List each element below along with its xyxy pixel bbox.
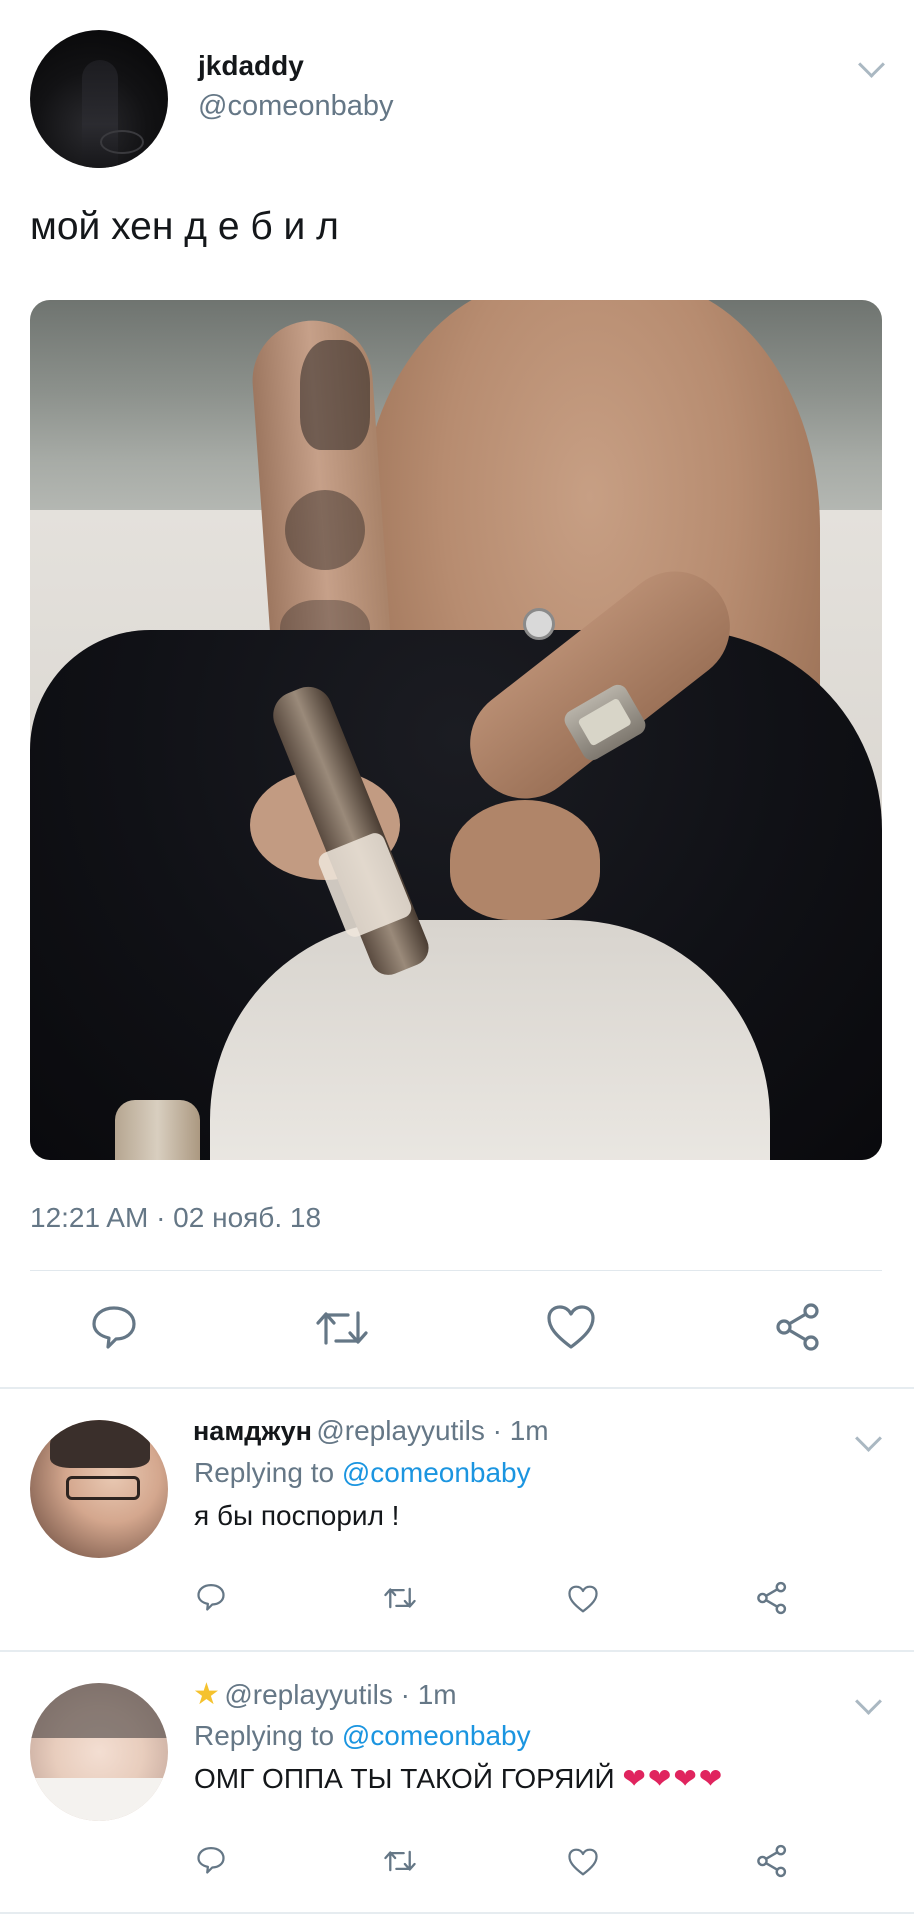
- chevron-down-icon[interactable]: [855, 1425, 882, 1452]
- retweet-icon[interactable]: [383, 1847, 417, 1875]
- chevron-down-icon[interactable]: [855, 1688, 882, 1715]
- reply-avatar[interactable]: [30, 1683, 168, 1821]
- reply-header: намджун @replayyutils · 1m: [193, 1415, 549, 1447]
- reply-text: я бы поспорил !: [194, 1500, 400, 1531]
- author-name[interactable]: jkdaddy: [198, 50, 304, 82]
- reply-avatar[interactable]: [30, 1420, 168, 1558]
- reply-text: ОМГ ОППА ТЫ ТАКОЙ ГОРЯИЙ ❤❤❤❤: [194, 1763, 725, 1794]
- hearts-emoji: ❤❤❤❤: [622, 1763, 725, 1794]
- retweet-icon[interactable]: [383, 1584, 417, 1612]
- tweet-text: мой хен д е б и л: [30, 205, 339, 248]
- reply-icon[interactable]: [196, 1845, 226, 1875]
- divider: [0, 1912, 914, 1914]
- reply-header: ★ @replayyutils · 1m: [193, 1677, 457, 1712]
- author-handle[interactable]: @comeonbaby: [198, 90, 394, 123]
- heart-icon[interactable]: [545, 1303, 597, 1351]
- mention-link[interactable]: @comeonbaby: [342, 1457, 531, 1488]
- tweet-timestamp: 12:21 AM · 02 нояб. 18: [30, 1202, 322, 1233]
- reply-name[interactable]: намджун: [193, 1416, 312, 1446]
- divider: [0, 1650, 914, 1652]
- replying-to: Replying to @comeonbaby: [194, 1457, 531, 1488]
- chevron-down-icon[interactable]: [858, 51, 885, 78]
- reply-handle[interactable]: @replayyutils · 1m: [224, 1679, 456, 1710]
- replying-to: Replying to @comeonbaby: [194, 1720, 531, 1751]
- reply-icon[interactable]: [90, 1303, 138, 1351]
- mention-link[interactable]: @comeonbaby: [342, 1720, 531, 1751]
- reply-handle[interactable]: @replayyutils · 1m: [316, 1415, 548, 1446]
- heart-icon[interactable]: [567, 1584, 599, 1614]
- retweet-icon[interactable]: [314, 1305, 370, 1351]
- star-icon: ★: [193, 1678, 220, 1711]
- avatar-hand: [100, 130, 144, 154]
- divider: [0, 1387, 914, 1389]
- divider: [30, 1270, 882, 1271]
- share-icon[interactable]: [755, 1844, 789, 1878]
- tweet-photo[interactable]: [30, 300, 882, 1160]
- share-icon[interactable]: [755, 1581, 789, 1615]
- author-avatar[interactable]: [30, 30, 168, 168]
- heart-icon[interactable]: [567, 1847, 599, 1877]
- reply-icon[interactable]: [196, 1582, 226, 1612]
- share-icon[interactable]: [773, 1302, 823, 1352]
